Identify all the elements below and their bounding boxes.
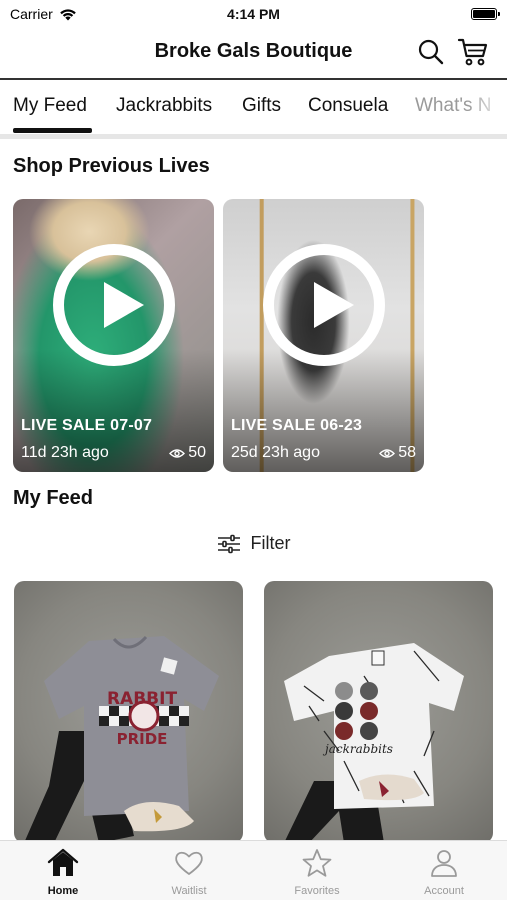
tab-gifts[interactable]: Gifts bbox=[242, 95, 281, 117]
tabbar-home[interactable]: Home bbox=[0, 847, 126, 897]
previous-lives-heading: Shop Previous Lives bbox=[13, 155, 210, 177]
star-icon bbox=[302, 849, 332, 877]
clock: 4:14 PM bbox=[227, 6, 280, 22]
tabbar-waitlist[interactable]: Waitlist bbox=[126, 847, 252, 897]
view-count: 50 bbox=[169, 444, 206, 462]
tabbar-label: Home bbox=[47, 885, 79, 897]
search-button[interactable] bbox=[415, 36, 447, 68]
search-icon bbox=[418, 39, 444, 65]
play-icon[interactable] bbox=[52, 244, 175, 366]
filter-button[interactable]: Filter bbox=[0, 533, 507, 554]
shirt-graphic-bottom: PRIDE bbox=[117, 730, 168, 748]
app-header: Broke Gals Boutique bbox=[0, 28, 507, 78]
home-icon bbox=[47, 848, 79, 876]
tabbar-label: Account bbox=[424, 885, 464, 897]
feed-heading: My Feed bbox=[13, 487, 94, 509]
product-image: RABBIT PRIDE bbox=[24, 635, 219, 843]
live-sale-label: LIVE SALE 06-23 bbox=[231, 417, 363, 434]
live-sale-card[interactable]: LIVE SALE 07-07 11d 23h ago 50 bbox=[13, 199, 214, 472]
shirt-graphic-top: RABBIT bbox=[107, 689, 177, 709]
tab-consuela[interactable]: Consuela bbox=[308, 95, 388, 117]
live-sale-age: 11d 23h ago bbox=[21, 444, 109, 461]
bottom-tab-bar: Home Waitlist Favorites Account bbox=[0, 840, 507, 900]
play-icon[interactable] bbox=[262, 244, 385, 366]
view-count-value: 58 bbox=[398, 444, 416, 461]
view-count: 58 bbox=[379, 444, 416, 462]
category-tabs: My Feed Jackrabbits Gifts Consuela What'… bbox=[0, 80, 507, 136]
live-sale-card[interactable]: LIVE SALE 06-23 25d 23h ago 58 bbox=[223, 199, 424, 472]
filter-label: Filter bbox=[250, 533, 291, 553]
tabbar-label: Favorites bbox=[294, 885, 340, 897]
active-tab-indicator bbox=[13, 128, 92, 133]
tabs-divider bbox=[0, 134, 507, 139]
view-count-value: 50 bbox=[188, 444, 206, 461]
tabbar-account[interactable]: Account bbox=[381, 847, 507, 897]
eye-icon bbox=[169, 448, 186, 458]
eye-icon bbox=[379, 448, 396, 458]
person-icon bbox=[431, 850, 457, 877]
product-card[interactable]: jackrabbits bbox=[264, 581, 493, 843]
tab-my-feed[interactable]: My Feed bbox=[13, 95, 87, 117]
tabbar-label: Waitlist bbox=[171, 885, 207, 897]
tabbar-favorites[interactable]: Favorites bbox=[254, 847, 380, 897]
status-bar: Carrier 4:14 PM bbox=[0, 0, 507, 28]
live-sale-label: LIVE SALE 07-07 bbox=[21, 417, 153, 434]
product-card[interactable]: RABBIT PRIDE bbox=[14, 581, 243, 843]
cart-icon bbox=[457, 38, 488, 66]
cart-button[interactable] bbox=[457, 36, 489, 68]
product-image: jackrabbits bbox=[284, 643, 464, 843]
shirt-graphic-bottom: jackrabbits bbox=[322, 742, 393, 756]
tab-jackrabbits[interactable]: Jackrabbits bbox=[116, 95, 212, 117]
sliders-icon bbox=[217, 534, 240, 553]
live-sale-age: 25d 23h ago bbox=[231, 444, 320, 461]
battery-icon bbox=[471, 8, 500, 20]
tabs-fade-overlay bbox=[467, 80, 507, 136]
heart-icon bbox=[175, 851, 203, 875]
